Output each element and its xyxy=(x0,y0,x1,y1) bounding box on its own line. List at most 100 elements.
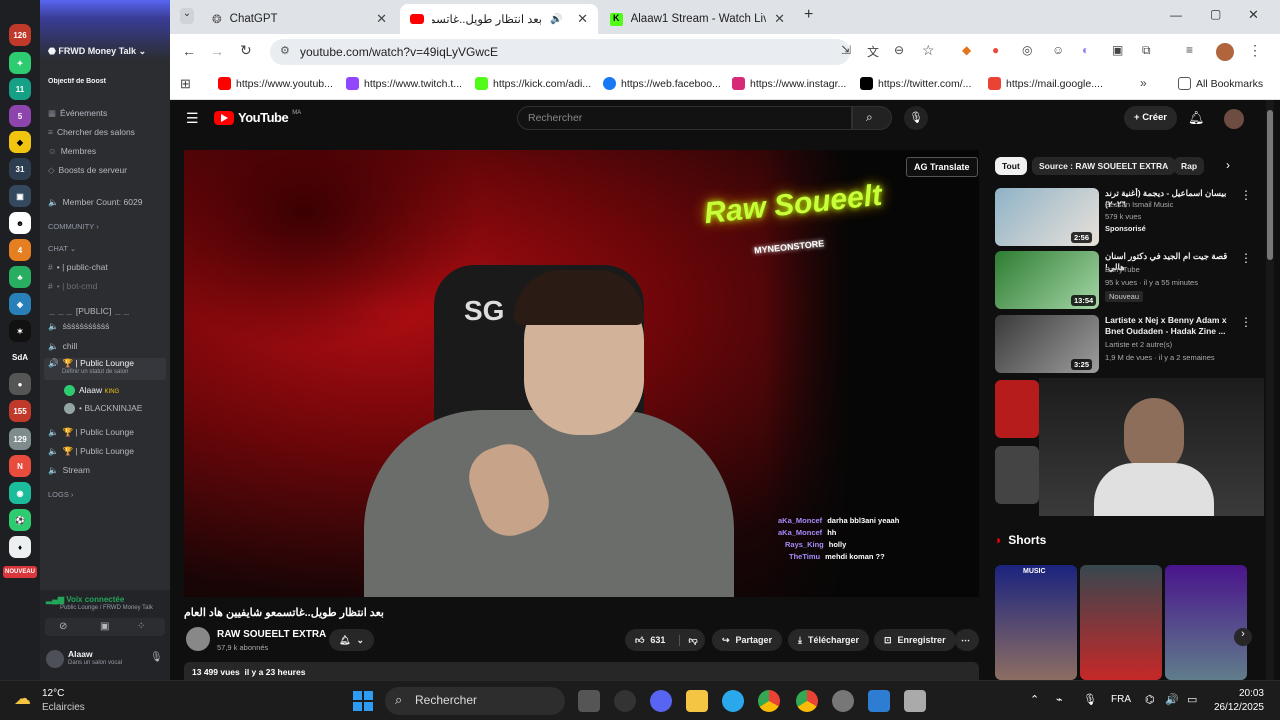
channel-name[interactable]: RAW SOUEELT EXTRA xyxy=(217,629,326,640)
channel-member-count[interactable]: 🔈 Member Count: 6029 xyxy=(48,197,168,208)
voice-member[interactable]: • BLACKNINJAE xyxy=(64,403,184,415)
voice-search-icon[interactable]: 🎙 xyxy=(904,106,928,130)
menu-dots-icon[interactable]: ⋮ xyxy=(1240,188,1252,202)
speaker-icon[interactable]: 🔊 xyxy=(550,14,562,25)
settings-icon[interactable] xyxy=(832,690,854,712)
tab-chatgpt[interactable]: ❂ ChatGPT ✕ xyxy=(202,4,397,34)
recommendation[interactable]: 3:25 Lartiste x Nej x Benny Adam x Bnet … xyxy=(995,315,1255,373)
subscribe-bell-button[interactable]: 🔔︎ ⌄ xyxy=(329,629,374,651)
tab-kick[interactable]: KAlaaw1 Stream - Watch Live on✕ xyxy=(600,4,795,34)
volume-icon[interactable]: 🔊 xyxy=(1165,693,1179,706)
channel-public-divider[interactable]: ﹍﹍﹍ [PUBLIC] ﹍﹍ xyxy=(48,305,168,317)
metamask-icon[interactable]: ◆ xyxy=(962,43,971,57)
avatar[interactable] xyxy=(1216,43,1234,61)
menu-events[interactable]: ▦ Événements xyxy=(48,108,168,119)
short-thumbnail[interactable] xyxy=(1080,565,1162,680)
bookmark-star-icon[interactable]: ☆ xyxy=(922,42,935,59)
media-icon[interactable]: ≡ xyxy=(1186,43,1193,57)
bookmark-gmail[interactable]: https://mail.google.... xyxy=(988,77,1103,90)
menu-boosts[interactable]: ◇ Boosts de serveur xyxy=(48,165,168,176)
all-bookmarks[interactable]: All Bookmarks xyxy=(1178,77,1263,90)
weather-desc[interactable]: Eclaircies xyxy=(42,702,85,713)
wifi-icon[interactable]: ⌬ xyxy=(1145,693,1155,706)
tab-search-icon[interactable]: ⌄ xyxy=(180,8,194,24)
guild-icon[interactable]: ⚽ xyxy=(9,509,31,531)
guild-icon[interactable]: ✦ xyxy=(9,52,31,74)
download-button[interactable]: ⤓ Télécharger xyxy=(788,629,870,651)
save-button[interactable]: ⊡ Enregistrer xyxy=(874,629,956,651)
avatar[interactable] xyxy=(186,627,210,651)
translate-button[interactable]: AG Translate xyxy=(906,157,978,177)
chip-source[interactable]: Source : RAW SOUEELT EXTRA xyxy=(1032,157,1176,175)
guild-icon[interactable]: ✶ xyxy=(9,320,31,342)
guild-icon[interactable]: 4 xyxy=(9,239,31,261)
guild-icon[interactable]: 126 xyxy=(9,24,31,46)
guild-icon[interactable]: 5 xyxy=(9,105,31,127)
guild-icon[interactable]: ♦ xyxy=(9,536,31,558)
translate-icon[interactable]: 文 xyxy=(867,43,879,60)
guild-icon[interactable]: ♣ xyxy=(9,266,31,288)
weather-temp[interactable]: 12°C xyxy=(42,688,64,699)
new-tab-button[interactable]: + xyxy=(804,6,813,24)
category-logs[interactable]: LOGS › xyxy=(48,490,168,499)
more-actions-button[interactable]: ⋯ xyxy=(955,629,979,651)
maximize-button[interactable]: ▢ xyxy=(1210,7,1221,21)
recommendation[interactable]: 2:56 بيسان اسماعيل - ديجمة (أغنية ترند ٢… xyxy=(995,188,1255,246)
minimize-button[interactable]: — xyxy=(1170,8,1182,22)
thumbnail[interactable] xyxy=(995,446,1039,504)
category-chat[interactable]: CHAT ⌄ xyxy=(48,244,168,253)
activity-icon[interactable]: ⁘ xyxy=(137,621,145,632)
chevron-right-icon[interactable]: › xyxy=(1226,158,1230,172)
thumbs-down-icon[interactable]: 👎︎ xyxy=(679,634,698,646)
bookmark-kick[interactable]: https://kick.com/adi... xyxy=(475,77,591,90)
install-icon[interactable]: ⇲ xyxy=(841,43,851,57)
avatar[interactable] xyxy=(1224,109,1244,129)
clock-date[interactable]: 26/12/2025 xyxy=(1206,702,1264,713)
close-icon[interactable]: ✕ xyxy=(577,11,588,27)
description-box[interactable]: 13 499 vues il y a 23 heures xyxy=(184,662,979,680)
zoom-icon[interactable]: ⊖ xyxy=(894,43,904,57)
channel-bot-cmd[interactable]: # • | bot-cmd xyxy=(48,281,168,291)
video-player[interactable]: Raw Soueelt MYNEONSTORE SG AG Translate … xyxy=(184,150,979,597)
back-icon[interactable]: ← xyxy=(182,43,196,59)
bookmark-youtube[interactable]: https://www.youtub... xyxy=(218,77,333,90)
forward-icon[interactable]: → xyxy=(210,43,224,59)
search-button[interactable]: ⌕ xyxy=(852,106,892,130)
extension-icon[interactable]: ◎ xyxy=(1022,43,1032,57)
close-window-button[interactable]: ✕ xyxy=(1248,7,1259,23)
channel-public-lounge-2[interactable]: 🔈 🏆 | Public Lounge xyxy=(48,427,168,438)
voice-location[interactable]: Public Lounge / FRWD Money Talk xyxy=(60,605,153,611)
extension-icon[interactable]: ● xyxy=(992,43,999,57)
screen-share-icon[interactable]: ▣ xyxy=(100,621,109,632)
channel-status[interactable]: Définir un statut de salon xyxy=(48,369,166,375)
share-button[interactable]: ↪ Partager xyxy=(712,629,783,651)
reload-icon[interactable]: ↻ xyxy=(240,42,252,59)
guild-icon[interactable]: ● xyxy=(9,373,31,395)
task-view-icon[interactable] xyxy=(578,690,600,712)
guild-icon[interactable]: ◆ xyxy=(9,131,31,153)
avatar[interactable] xyxy=(46,650,64,668)
menu-browse-channels[interactable]: ≡ Chercher des salons xyxy=(48,127,168,137)
language-indicator[interactable]: FRA xyxy=(1111,694,1131,705)
guild-icon[interactable]: 155 xyxy=(9,400,31,422)
extensions-puzzle-icon[interactable]: ⧉ xyxy=(1142,43,1151,58)
tray-chevron-icon[interactable]: ⌃ xyxy=(1030,693,1039,706)
voice-member[interactable]: Alaaw KING xyxy=(64,385,184,397)
short-thumbnail[interactable]: MUSIC xyxy=(995,565,1077,680)
search-input[interactable]: Rechercher xyxy=(517,106,852,130)
file-explorer-icon[interactable] xyxy=(686,690,708,712)
network-icon[interactable]: ⌁ xyxy=(1056,693,1063,706)
extension-icon[interactable]: ◐ xyxy=(1082,43,1089,57)
tab-youtube[interactable]: بعد انتظار طويل..غاتسمعو🔊✕ xyxy=(400,4,598,34)
channel-chill[interactable]: 🔈 chill xyxy=(48,341,168,352)
discord-app-icon[interactable] xyxy=(650,690,672,712)
voice-connected-status[interactable]: ▂▄▆ Voix connectée xyxy=(46,595,124,604)
bookmark-instagram[interactable]: https://www.instagr... xyxy=(732,77,846,90)
menu-dots-icon[interactable]: ⋮ xyxy=(1240,315,1252,329)
close-icon[interactable]: ✕ xyxy=(774,11,785,27)
like-count[interactable]: 631 xyxy=(650,635,665,645)
channel-public-lounge-3[interactable]: 🔈 🏆 | Public Lounge xyxy=(48,446,168,457)
clock-time[interactable]: 20:03 xyxy=(1212,688,1264,699)
channel-stream[interactable]: 🔈 Stream xyxy=(48,465,168,476)
extension-icon[interactable]: ▣ xyxy=(1112,43,1123,57)
